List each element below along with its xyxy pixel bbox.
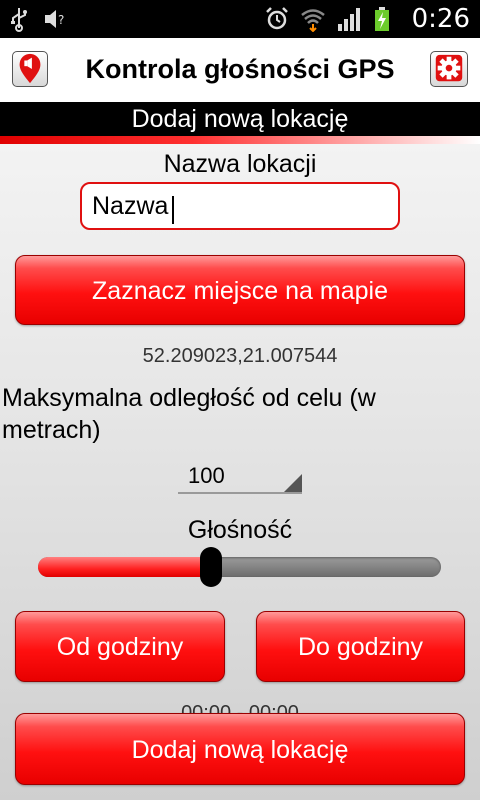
usb-icon <box>11 8 27 32</box>
alarm-icon <box>265 7 288 30</box>
dropdown-arrow-icon <box>284 474 302 492</box>
add-location-button[interactable]: Dodaj nową lokację <box>15 713 465 785</box>
distance-spinner[interactable]: 100 <box>178 460 302 494</box>
volume-slider-fill <box>38 557 211 577</box>
status-time: 0:26 <box>411 4 470 34</box>
map-pin-icon <box>19 53 41 84</box>
gear-icon <box>435 54 463 82</box>
section-title: Dodaj nową lokację <box>0 102 480 136</box>
battery-charging-icon <box>374 7 389 31</box>
settings-button[interactable] <box>430 51 468 87</box>
location-name-input[interactable] <box>80 182 400 230</box>
status-bar: ? 0:26 <box>0 0 480 38</box>
signal-icon <box>337 8 360 31</box>
volume-slider[interactable] <box>38 547 441 587</box>
app-logo-button[interactable] <box>12 51 48 87</box>
coordinates-text: 52.209023,21.007544 <box>142 345 338 367</box>
select-on-map-button[interactable]: Zaznacz miejsce na mapie <box>15 255 465 325</box>
to-hour-button[interactable]: Do godziny <box>256 611 465 682</box>
volume-muted-icon: ? <box>45 10 64 28</box>
location-name-label: Nazwa lokacji <box>163 150 317 178</box>
svg-text:?: ? <box>58 13 64 27</box>
volume-label: Głośność <box>187 516 293 544</box>
wifi-icon <box>300 9 325 32</box>
volume-slider-thumb[interactable] <box>200 547 222 587</box>
max-distance-label: Maksymalna odległość od celu (w metrach) <box>2 384 376 444</box>
app-title: Kontrola głośności GPS <box>85 54 395 84</box>
text-cursor <box>172 196 174 224</box>
distance-value: 100 <box>188 463 225 488</box>
from-hour-button[interactable]: Od godziny <box>15 611 225 682</box>
header-divider <box>0 136 480 144</box>
